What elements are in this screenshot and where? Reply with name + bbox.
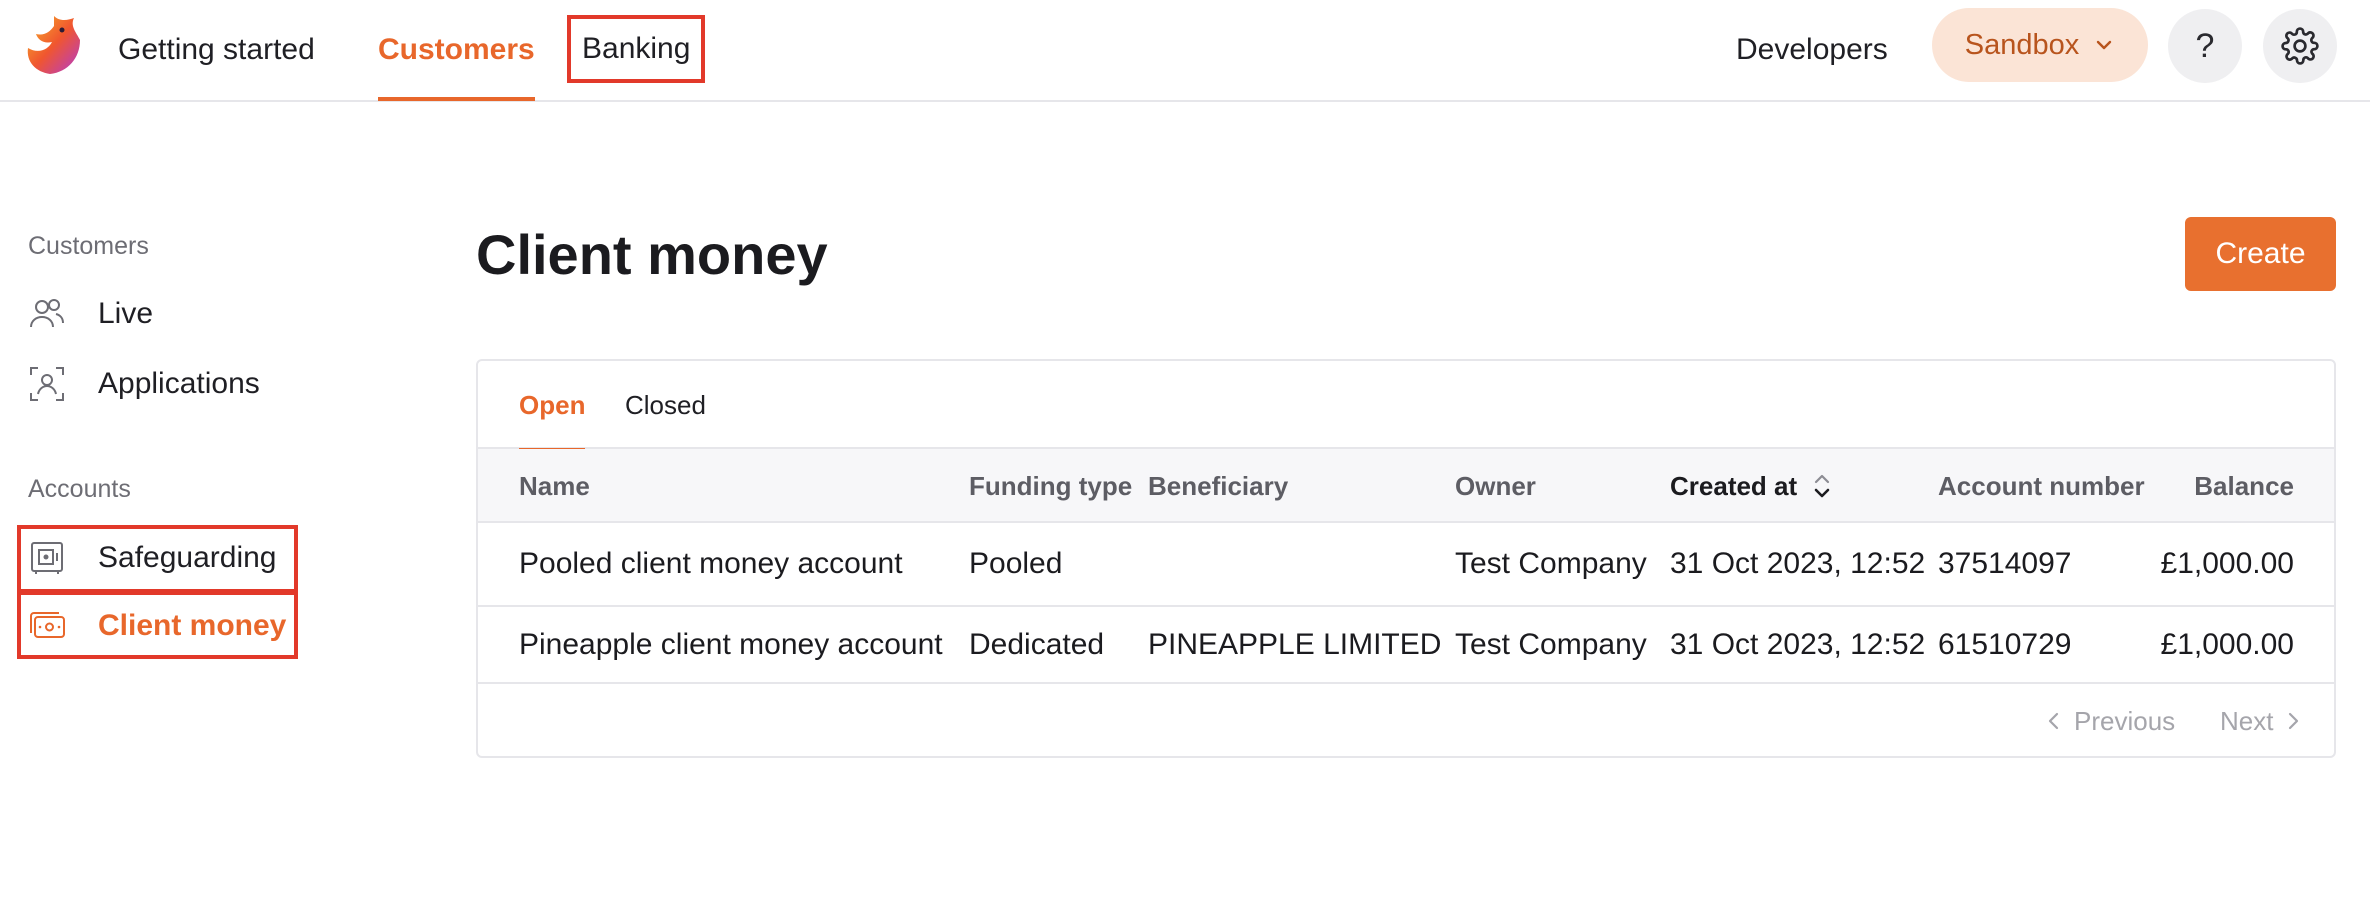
nav-banking[interactable]: Banking bbox=[567, 15, 706, 83]
cell-balance: £1,000.00 bbox=[2160, 547, 2294, 580]
help-button[interactable]: ? bbox=[2168, 9, 2242, 83]
column-header-owner: Owner bbox=[1455, 470, 1536, 501]
chevron-right-icon bbox=[2289, 712, 2299, 730]
cell-account-number: 61510729 bbox=[1938, 627, 2072, 661]
status-tabs: Open Closed bbox=[478, 361, 2334, 451]
cell-balance: £1,000.00 bbox=[2160, 627, 2294, 661]
previous-page-button[interactable]: Previous bbox=[2046, 684, 2176, 756]
table-row[interactable]: Pineapple client money account Dedicated… bbox=[478, 607, 2334, 684]
users-icon bbox=[28, 295, 66, 333]
table-header: Name Funding type Beneficiary Owner Crea… bbox=[478, 449, 2334, 523]
chevron-down-icon bbox=[2097, 40, 2112, 50]
sidebar-item-label: Applications bbox=[98, 367, 260, 400]
column-header-name: Name bbox=[519, 470, 590, 501]
chevron-left-icon bbox=[2048, 712, 2059, 730]
user-scan-icon bbox=[28, 365, 66, 403]
gear-icon bbox=[2281, 27, 2319, 65]
nav-customers[interactable]: Customers bbox=[378, 0, 535, 101]
cell-account-number: 37514097 bbox=[1938, 547, 2072, 580]
sidebar-item-label: Live bbox=[98, 297, 154, 330]
sidebar-item-label: Safeguarding bbox=[98, 541, 277, 574]
cell-created-at: 31 Oct 2023, 12:52 bbox=[1670, 627, 1926, 661]
next-page-label: Next bbox=[2220, 705, 2274, 736]
top-navigation-bar: Getting started Customers Banking Develo… bbox=[0, 0, 2370, 102]
sidebar-item-applications[interactable]: Applications bbox=[28, 355, 260, 413]
cell-owner: Test Company bbox=[1455, 547, 1647, 580]
sort-icon bbox=[1814, 474, 1830, 498]
sidebar-heading-customers: Customers bbox=[28, 232, 149, 260]
environment-label: Sandbox bbox=[1964, 28, 2080, 61]
help-icon: ? bbox=[2195, 26, 2215, 65]
nav-developers[interactable]: Developers bbox=[1736, 0, 1888, 100]
cell-created-at: 31 Oct 2023, 12:52 bbox=[1670, 547, 1926, 580]
tab-open[interactable]: Open bbox=[519, 361, 586, 451]
cell-funding-type: Pooled bbox=[969, 547, 1063, 580]
sidebar-item-safeguarding[interactable]: Safeguarding bbox=[28, 529, 276, 587]
cell-beneficiary: PINEAPPLE LIMITED bbox=[1148, 627, 1442, 661]
tab-closed[interactable]: Closed bbox=[625, 361, 706, 449]
column-header-account-number: Account number bbox=[1938, 470, 2145, 501]
environment-selector[interactable]: Sandbox bbox=[1932, 8, 2148, 82]
create-button[interactable]: Create bbox=[2185, 217, 2336, 291]
settings-button[interactable] bbox=[2263, 9, 2337, 83]
column-header-label: Created at bbox=[1670, 470, 1798, 501]
cell-name: Pooled client money account bbox=[519, 547, 903, 580]
safe-icon bbox=[28, 539, 66, 577]
cell-funding-type: Dedicated bbox=[969, 627, 1105, 661]
sidebar-item-label: Client money bbox=[98, 609, 287, 642]
cell-name: Pineapple client money account bbox=[519, 627, 943, 661]
money-icon bbox=[28, 607, 66, 645]
previous-page-label: Previous bbox=[2074, 705, 2176, 736]
column-header-balance: Balance bbox=[2194, 470, 2294, 501]
accounts-table-card: Open Closed Name Funding type Beneficiar… bbox=[476, 359, 2336, 758]
table-row[interactable]: Pooled client money account Pooled Test … bbox=[478, 523, 2334, 607]
sidebar-heading-accounts: Accounts bbox=[28, 475, 131, 503]
page-title: Client money bbox=[476, 223, 828, 286]
nav-getting-started[interactable]: Getting started bbox=[118, 0, 315, 100]
sidebar-item-client-money[interactable]: Client money bbox=[28, 597, 286, 655]
cell-owner: Test Company bbox=[1455, 627, 1647, 661]
next-page-button[interactable]: Next bbox=[2220, 684, 2301, 756]
sidebar-item-live[interactable]: Live bbox=[28, 285, 153, 343]
column-header-funding-type: Funding type bbox=[969, 470, 1133, 501]
brand-logo-icon[interactable] bbox=[24, 14, 82, 76]
column-header-created-at[interactable]: Created at bbox=[1670, 449, 1833, 523]
column-header-beneficiary: Beneficiary bbox=[1148, 470, 1289, 501]
